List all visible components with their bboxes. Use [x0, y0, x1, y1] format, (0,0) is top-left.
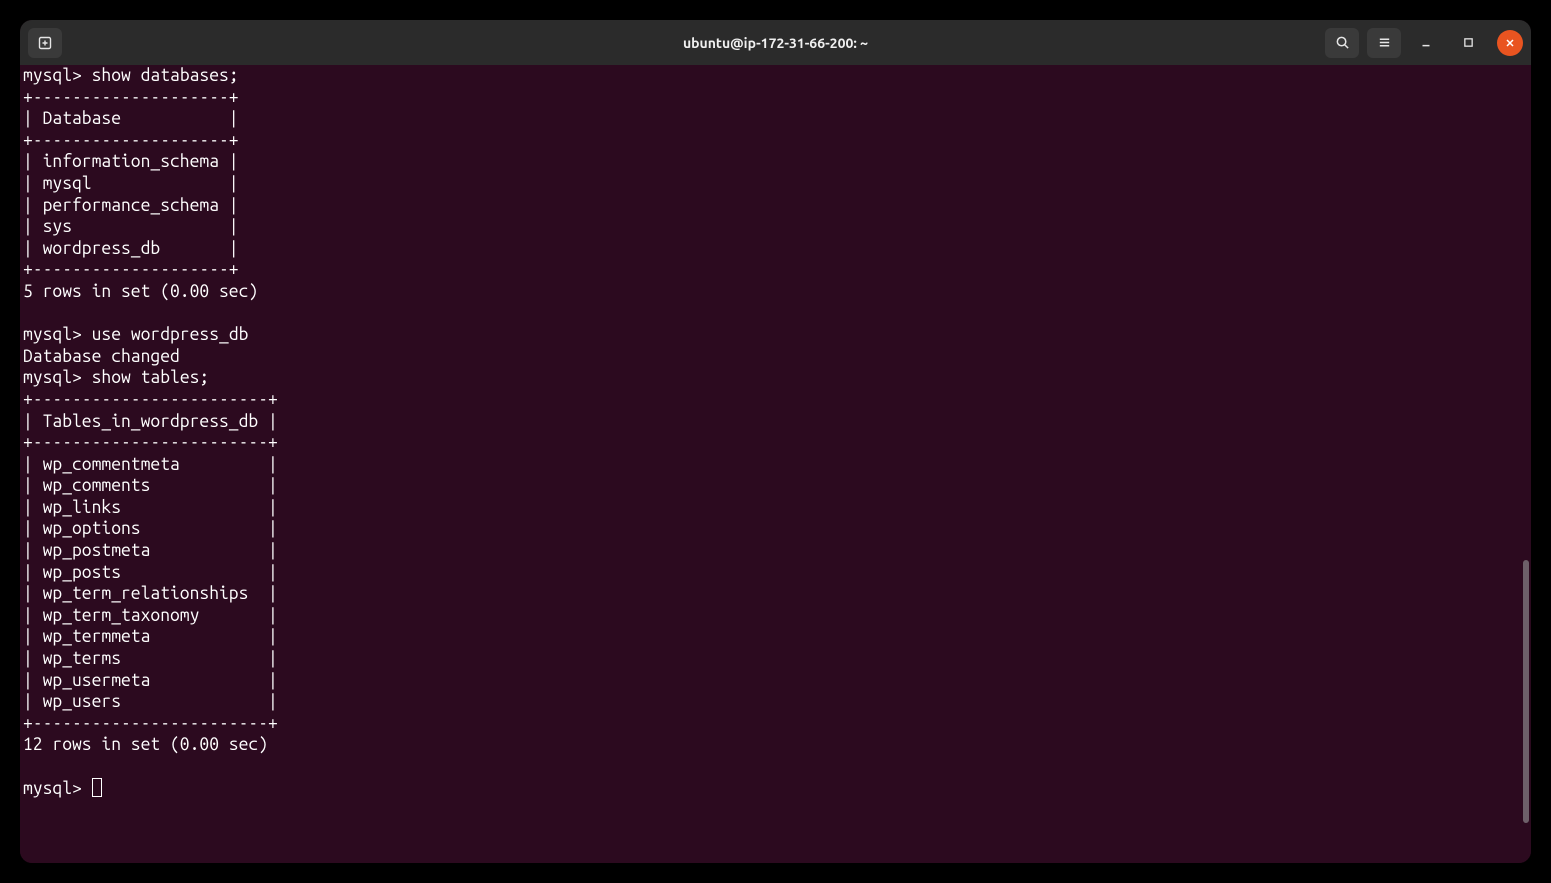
table-row: | wp_comments | [23, 476, 278, 495]
search-button[interactable] [1325, 28, 1359, 58]
result-footer: 5 rows in set (0.00 sec) [23, 282, 258, 301]
close-icon [1504, 37, 1516, 49]
menu-button[interactable] [1367, 28, 1401, 58]
prompt: mysql> [23, 779, 82, 798]
command-text: show databases; [92, 66, 239, 85]
table-row: | wp_term_taxonomy | [23, 606, 278, 625]
command-text: use wordpress_db [92, 325, 249, 344]
prompt: mysql> [23, 368, 82, 387]
minimize-button[interactable] [1409, 28, 1443, 58]
maximize-button[interactable] [1451, 28, 1485, 58]
minimize-icon [1419, 36, 1433, 50]
scrollbar[interactable] [1522, 65, 1529, 863]
table-header: | Tables_in_wordpress_db | [23, 412, 278, 431]
table-border: +--------------------+ [23, 131, 239, 150]
table-row: | performance_schema | [23, 196, 239, 215]
table-row: | information_schema | [23, 152, 239, 171]
hamburger-icon [1377, 35, 1392, 50]
table-row: | wp_options | [23, 519, 278, 538]
table-border: +------------------------+ [23, 390, 278, 409]
scrollbar-thumb[interactable] [1523, 560, 1529, 823]
table-row: | wp_postmeta | [23, 541, 278, 560]
titlebar: ubuntu@ip-172-31-66-200: ~ [20, 20, 1531, 65]
table-border: +--------------------+ [23, 260, 239, 279]
maximize-icon [1462, 36, 1475, 49]
new-tab-icon [37, 35, 53, 51]
table-border: +------------------------+ [23, 714, 278, 733]
table-row: | wp_termmeta | [23, 627, 278, 646]
new-tab-button[interactable] [28, 28, 62, 58]
response-text: Database changed [23, 347, 180, 366]
prompt: mysql> [23, 325, 82, 344]
command-text: show tables; [92, 368, 210, 387]
close-button[interactable] [1497, 30, 1523, 56]
table-header: | Database | [23, 109, 239, 128]
table-row: | wp_usermeta | [23, 671, 278, 690]
table-border: +------------------------+ [23, 433, 278, 452]
cursor [92, 778, 102, 797]
table-row: | wp_users | [23, 692, 278, 711]
terminal-output[interactable]: mysql> show databases; +----------------… [20, 65, 1531, 863]
terminal-window: ubuntu@ip-172-31-66-200: ~ [20, 20, 1531, 863]
table-row: | wp_posts | [23, 563, 278, 582]
window-title: ubuntu@ip-172-31-66-200: ~ [683, 35, 868, 51]
prompt: mysql> [23, 66, 82, 85]
table-row: | sys | [23, 217, 239, 236]
result-footer: 12 rows in set (0.00 sec) [23, 735, 268, 754]
table-border: +--------------------+ [23, 88, 239, 107]
table-row: | wp_term_relationships | [23, 584, 278, 603]
table-row: | wp_commentmeta | [23, 455, 278, 474]
table-row: | wp_terms | [23, 649, 278, 668]
table-row: | wp_links | [23, 498, 278, 517]
table-row: | mysql | [23, 174, 239, 193]
table-row: | wordpress_db | [23, 239, 239, 258]
search-icon [1335, 35, 1350, 50]
